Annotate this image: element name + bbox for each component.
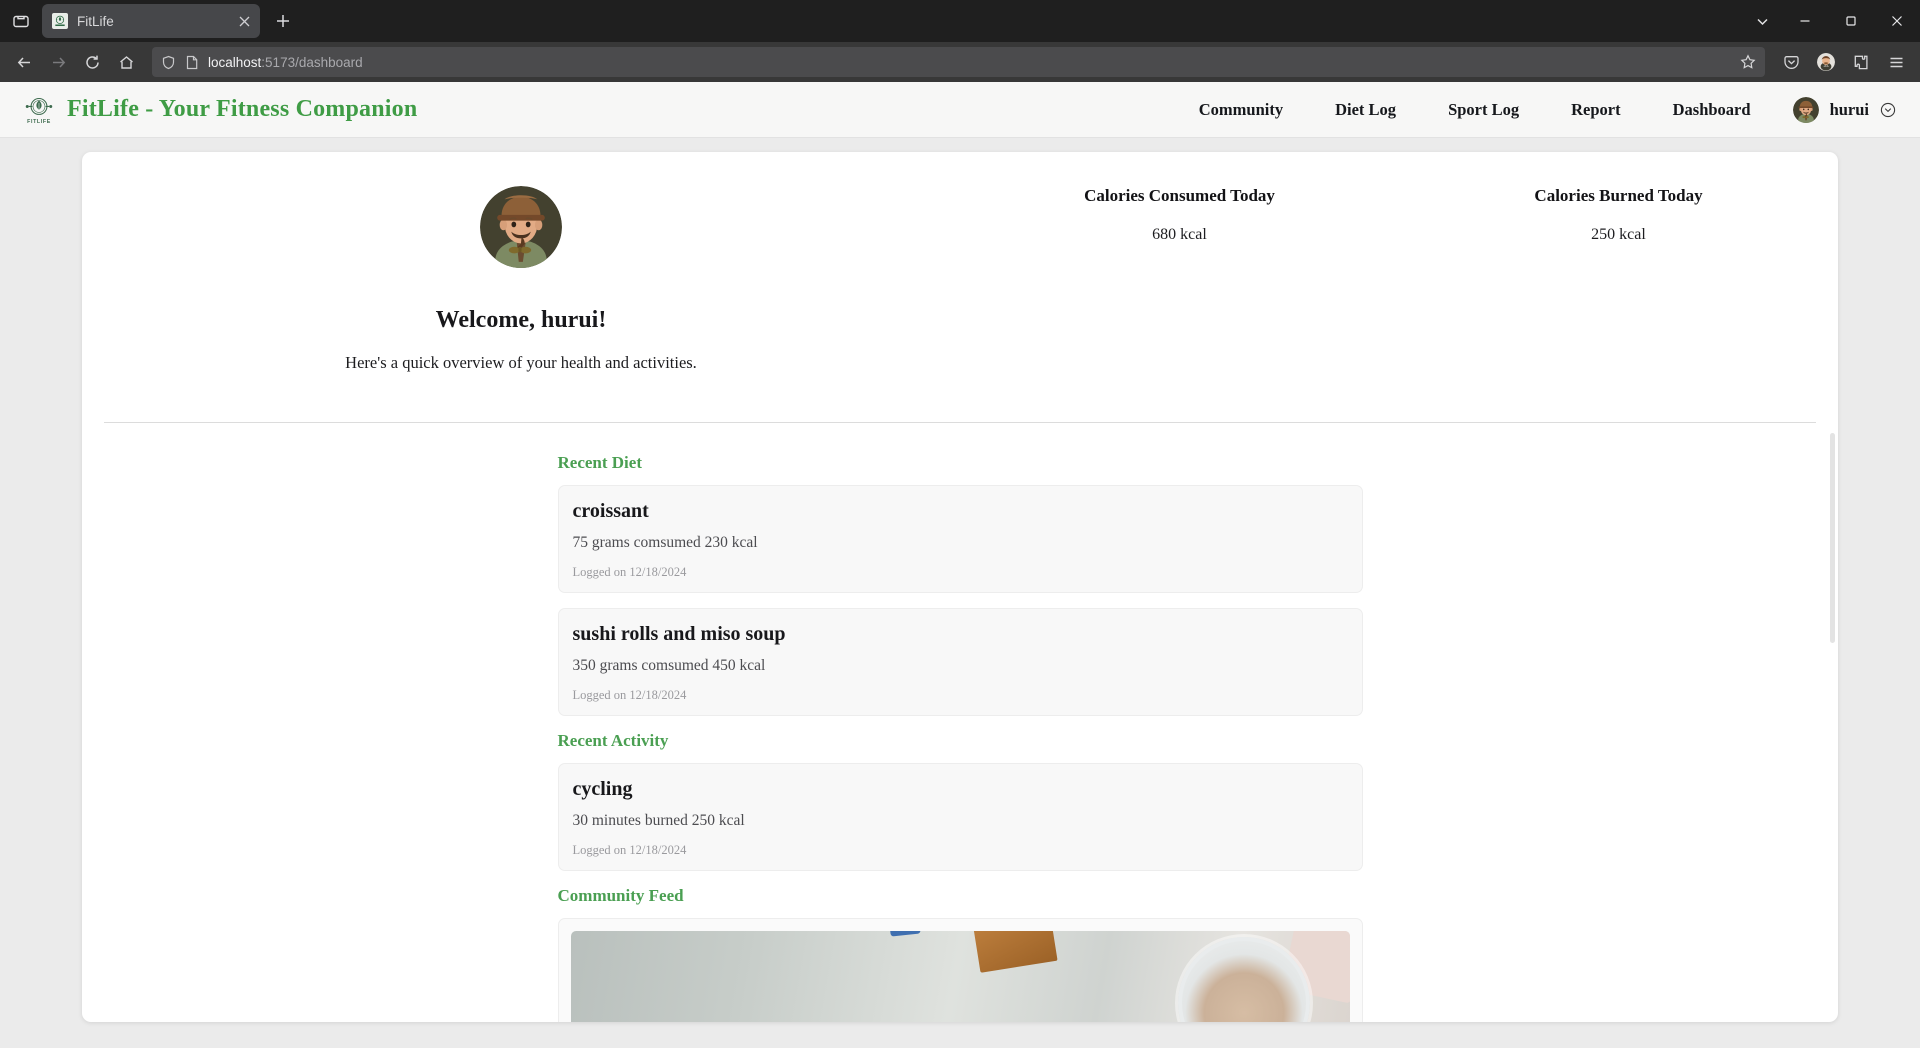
page-document-icon[interactable] xyxy=(185,55,199,70)
url-path: :5173/dashboard xyxy=(261,54,363,70)
app-header: FITLIFE FitLife - Your Fitness Companion… xyxy=(0,82,1920,138)
entry-meta: Logged on 12/18/2024 xyxy=(572,688,687,702)
forward-arrow-icon[interactable] xyxy=(42,47,74,77)
page-body: Welcome, hurui! Here's a quick overview … xyxy=(0,138,1920,1048)
section-title-recent-activity: Recent Activity xyxy=(557,731,669,750)
entry-meta: Logged on 12/18/2024 xyxy=(572,565,687,579)
reload-icon[interactable] xyxy=(76,47,108,77)
url-host: localhost xyxy=(208,54,262,70)
diet-entry-card[interactable]: sushi rolls and miso soup 350 grams coms… xyxy=(557,608,1363,716)
entry-name: sushi rolls and miso soup xyxy=(572,623,786,645)
profile-menu[interactable]: hurui xyxy=(1777,96,1896,123)
profile-name: hurui xyxy=(1829,99,1869,119)
feed-scrollbar[interactable] xyxy=(1830,433,1835,643)
nav-item-diet-log[interactable]: Diet Log xyxy=(1309,100,1422,120)
hamburger-menu-icon[interactable] xyxy=(1880,47,1912,77)
avatar xyxy=(1792,96,1819,123)
shield-icon[interactable] xyxy=(161,55,176,70)
window-controls xyxy=(1782,0,1920,42)
browser-tools xyxy=(1775,47,1912,77)
list-all-tabs-button[interactable] xyxy=(0,0,42,42)
tab-list-chevron-button[interactable] xyxy=(1742,0,1782,42)
photo-detail-box xyxy=(971,931,1058,973)
diet-entry-card[interactable]: croissant 75 grams comsumed 230 kcal Log… xyxy=(557,485,1363,593)
maximize-restore-icon[interactable] xyxy=(1828,0,1874,42)
browser-tab-strip: FitLife xyxy=(0,0,1920,42)
feed-scroll-region[interactable]: Recent Diet croissant 75 grams comsumed … xyxy=(82,423,1838,1022)
stats-row: Calories Consumed Today 680 kcal Calorie… xyxy=(960,174,1838,373)
stat-calories-burned: Calories Burned Today 250 kcal xyxy=(1399,186,1838,373)
home-icon[interactable] xyxy=(110,47,142,77)
entry-detail: 350 grams comsumed 450 kcal xyxy=(572,657,766,674)
photo-detail-blue xyxy=(889,931,921,937)
browser-toolbar: localhost:5173/dashboard xyxy=(0,42,1920,82)
browser-tab-title: FitLife xyxy=(77,13,114,29)
section-title-recent-diet: Recent Diet xyxy=(557,453,643,472)
fitlife-logo-icon xyxy=(52,13,68,29)
stat-label: Calories Burned Today xyxy=(1534,186,1703,205)
brand[interactable]: FITLIFE FitLife - Your Fitness Companion xyxy=(22,93,417,127)
page-viewport: FITLIFE FitLife - Your Fitness Companion… xyxy=(0,82,1920,1048)
list-all-tabs-icon xyxy=(12,12,30,30)
feed-inner: Recent Diet croissant 75 grams comsumed … xyxy=(82,423,1838,1022)
community-post-card[interactable] xyxy=(557,918,1363,1022)
dashboard-card: Welcome, hurui! Here's a quick overview … xyxy=(82,152,1838,1022)
browser-tab-fitlife[interactable]: FitLife xyxy=(42,4,260,38)
url-text: localhost:5173/dashboard xyxy=(208,55,1731,70)
star-bookmark-icon[interactable] xyxy=(1740,54,1756,70)
entry-meta: Logged on 12/18/2024 xyxy=(572,843,687,857)
nav-item-sport-log[interactable]: Sport Log xyxy=(1422,100,1545,120)
entry-name: croissant xyxy=(572,500,649,522)
stat-value: 680 kcal xyxy=(1152,226,1207,243)
nav-item-community[interactable]: Community xyxy=(1173,100,1309,120)
window-close-icon[interactable] xyxy=(1874,0,1920,42)
nav-item-report[interactable]: Report xyxy=(1545,100,1646,120)
url-bar[interactable]: localhost:5173/dashboard xyxy=(152,47,1765,77)
svg-text:FITLIFE: FITLIFE xyxy=(27,119,51,125)
feed-column: Recent Diet croissant 75 grams comsumed … xyxy=(557,453,1363,1022)
page-title: FitLife - Your Fitness Companion xyxy=(67,96,418,122)
welcome-block: Welcome, hurui! Here's a quick overview … xyxy=(82,174,960,373)
extensions-puzzle-icon[interactable] xyxy=(1845,47,1877,77)
app-navigation: Community Diet Log Sport Log Report Dash… xyxy=(1173,96,1896,123)
pocket-icon[interactable] xyxy=(1775,47,1807,77)
stat-calories-consumed: Calories Consumed Today 680 kcal xyxy=(960,186,1399,373)
community-post-photo xyxy=(570,931,1350,1022)
stat-label: Calories Consumed Today xyxy=(1084,186,1275,205)
stat-value: 250 kcal xyxy=(1591,226,1646,243)
welcome-subtitle: Here's a quick overview of your health a… xyxy=(345,353,697,372)
browser-window: FitLife localhost:5173/dashboard FITLIFE… xyxy=(0,0,1920,1048)
entry-detail: 75 grams comsumed 230 kcal xyxy=(572,534,758,551)
tabstrip-right-controls xyxy=(1742,0,1920,42)
new-tab-button[interactable] xyxy=(268,6,298,36)
activity-entry-card[interactable]: cycling 30 minutes burned 250 kcal Logge… xyxy=(557,763,1363,871)
avatar xyxy=(480,186,562,268)
chevron-down-circle-icon[interactable] xyxy=(1880,102,1896,118)
nav-item-dashboard[interactable]: Dashboard xyxy=(1647,100,1777,120)
minimize-icon[interactable] xyxy=(1782,0,1828,42)
avatar xyxy=(1817,53,1835,71)
fitlife-emblem-icon: FITLIFE xyxy=(22,93,56,127)
entry-detail: 30 minutes burned 250 kcal xyxy=(572,812,745,829)
back-arrow-icon[interactable] xyxy=(8,47,40,77)
entry-name: cycling xyxy=(572,778,633,800)
dashboard-hero: Welcome, hurui! Here's a quick overview … xyxy=(82,152,1838,373)
close-icon[interactable] xyxy=(234,11,254,31)
firefox-account-avatar-icon[interactable] xyxy=(1810,47,1842,77)
section-title-community-feed: Community Feed xyxy=(557,886,684,905)
welcome-heading: Welcome, hurui! xyxy=(435,307,607,333)
